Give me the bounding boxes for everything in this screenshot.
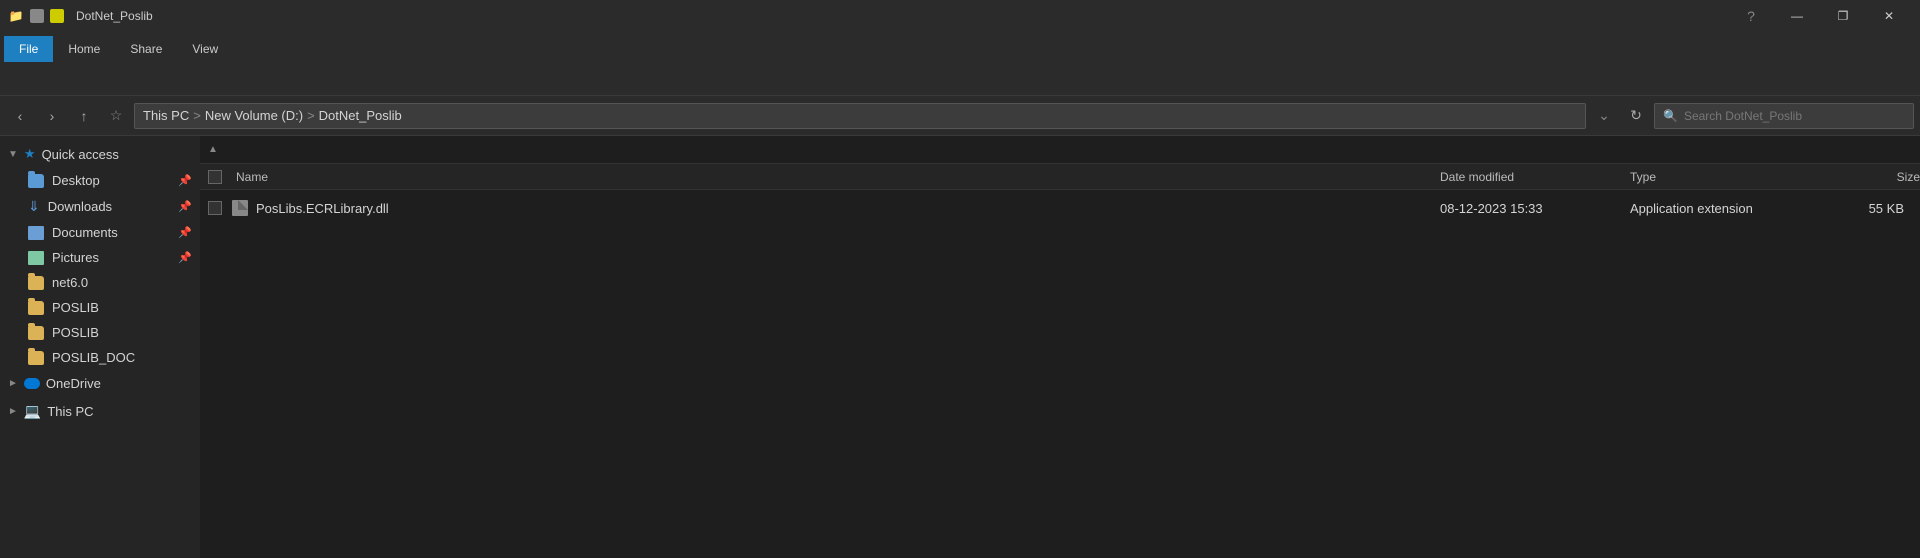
quick-access-chevron: ▼ [8, 149, 18, 160]
pictures-icon [28, 251, 44, 265]
table-row[interactable]: PosLibs.ECRLibrary.dll 08-12-2023 15:33 … [200, 194, 1920, 222]
sidebar-downloads-label: Downloads [48, 199, 112, 214]
ribbon-tab-bar: File Home Share View [0, 32, 1920, 62]
sidebar-net6-label: net6.0 [52, 275, 88, 290]
sidebar-poslib2-label: POSLIB [52, 325, 99, 340]
pin-icon-documents: 📌 [178, 226, 192, 239]
sort-bar: ▲ [200, 136, 1920, 164]
back-button[interactable]: ‹ [6, 102, 34, 130]
column-headers: Name Date modified Type Size [200, 164, 1920, 190]
sidebar-pictures-label: Pictures [52, 250, 99, 265]
sidebar-onedrive-label: OneDrive [46, 376, 101, 391]
poslib-doc-folder-icon [28, 351, 44, 365]
address-bar: ‹ › ↑ ☆ This PC > New Volume (D:) > DotN… [0, 96, 1920, 136]
sidebar-item-poslib2[interactable]: POSLIB [0, 320, 200, 345]
window-controls: ? — ❐ ✕ [1728, 0, 1912, 32]
sidebar-item-net6[interactable]: net6.0 [0, 270, 200, 295]
bookmark-icon: ☆ [102, 102, 130, 130]
onedrive-chevron: ► [8, 378, 18, 389]
sidebar-this-pc-label: This PC [47, 404, 93, 419]
minimize-button[interactable]: — [1774, 0, 1820, 32]
ribbon: File Home Share View [0, 32, 1920, 96]
this-pc-chevron: ► [8, 406, 18, 417]
quick-access-star-icon: ★ [24, 146, 36, 162]
col-header-name[interactable]: Name [232, 170, 1440, 184]
sidebar-quick-access-label: Quick access [42, 147, 119, 162]
file-type: Application extension [1630, 201, 1810, 216]
sidebar-desktop-label: Desktop [52, 173, 100, 188]
path-sep-1: > [193, 108, 201, 123]
select-all-checkbox[interactable] [208, 170, 232, 184]
sidebar-poslib1-label: POSLIB [52, 300, 99, 315]
pin-icon-desktop: 📌 [178, 174, 192, 187]
sort-up-icon: ▲ [208, 144, 218, 155]
sidebar-section-onedrive[interactable]: ► OneDrive [0, 370, 200, 397]
file-date: 08-12-2023 15:33 [1440, 201, 1630, 216]
sidebar-item-poslib1[interactable]: POSLIB [0, 295, 200, 320]
downloads-icon: ⇓ [28, 198, 40, 215]
sidebar-item-downloads[interactable]: ⇓ Downloads 📌 [0, 193, 200, 220]
this-pc-icon: 💻 [24, 403, 41, 420]
pin-icon-pictures: 📌 [178, 251, 192, 264]
sidebar-item-desktop[interactable]: Desktop 📌 [0, 168, 200, 193]
up-button[interactable]: ↑ [70, 102, 98, 130]
search-icon: 🔍 [1663, 109, 1678, 123]
sidebar-item-pictures[interactable]: Pictures 📌 [0, 245, 200, 270]
path-this-pc: This PC [143, 108, 189, 123]
col-header-size[interactable]: Size [1810, 170, 1920, 184]
address-path-bar[interactable]: This PC > New Volume (D:) > DotNet_Posli… [134, 103, 1586, 129]
content-area: ▲ Name Date modified Type Size PosLibs.E… [200, 136, 1920, 558]
documents-icon [28, 226, 44, 240]
title-bar: 📁 DotNet_Poslib ? — ❐ ✕ [0, 0, 1920, 32]
title-bar-app-icons: 📁 [8, 8, 64, 24]
path-current: DotNet_Poslib [319, 108, 402, 123]
sidebar-documents-label: Documents [52, 225, 118, 240]
tab-view[interactable]: View [177, 36, 233, 62]
dll-file-icon [232, 200, 248, 216]
tab-home[interactable]: Home [53, 36, 115, 62]
checkbox-all[interactable] [208, 170, 222, 184]
close-button[interactable]: ✕ [1866, 0, 1912, 32]
tab-share[interactable]: Share [115, 36, 177, 62]
net6-folder-icon [28, 276, 44, 290]
file-checkbox[interactable] [208, 201, 222, 215]
sidebar-section-this-pc[interactable]: ► 💻 This PC [0, 397, 200, 426]
sidebar: ▼ ★ Quick access Desktop 📌 ⇓ Downloads 📌… [0, 136, 200, 558]
file-list: PosLibs.ECRLibrary.dll 08-12-2023 15:33 … [200, 190, 1920, 558]
poslib1-folder-icon [28, 301, 44, 315]
dropdown-arrow[interactable]: ⌄ [1590, 102, 1618, 130]
row-checkbox[interactable] [208, 201, 232, 215]
main-layout: ▼ ★ Quick access Desktop 📌 ⇓ Downloads 📌… [0, 136, 1920, 558]
window-title: DotNet_Poslib [72, 9, 1728, 23]
help-button[interactable]: ? [1728, 0, 1774, 32]
file-size: 55 KB [1810, 201, 1920, 216]
maximize-button[interactable]: ❐ [1820, 0, 1866, 32]
app-icon-3 [50, 9, 64, 23]
sidebar-item-poslib-doc[interactable]: POSLIB_DOC [0, 345, 200, 370]
refresh-button[interactable]: ↻ [1622, 102, 1650, 130]
file-name: PosLibs.ECRLibrary.dll [248, 201, 1440, 216]
sidebar-poslib-doc-label: POSLIB_DOC [52, 350, 135, 365]
sidebar-item-documents[interactable]: Documents 📌 [0, 220, 200, 245]
sidebar-section-quick-access[interactable]: ▼ ★ Quick access [0, 140, 200, 168]
tab-file[interactable]: File [4, 36, 53, 62]
search-box[interactable]: 🔍 Search DotNet_Poslib [1654, 103, 1914, 129]
path-sep-2: > [307, 108, 315, 123]
pin-icon-downloads: 📌 [178, 200, 192, 213]
ribbon-actions [0, 62, 1920, 95]
forward-button[interactable]: › [38, 102, 66, 130]
app-icon-1: 📁 [8, 8, 24, 24]
path-new-volume: New Volume (D:) [205, 108, 303, 123]
col-header-type[interactable]: Type [1630, 170, 1810, 184]
col-header-date[interactable]: Date modified [1440, 170, 1630, 184]
onedrive-icon [24, 378, 40, 389]
search-placeholder: Search DotNet_Poslib [1684, 109, 1802, 123]
app-icon-2 [30, 9, 44, 23]
poslib2-folder-icon [28, 326, 44, 340]
desktop-folder-icon [28, 174, 44, 188]
